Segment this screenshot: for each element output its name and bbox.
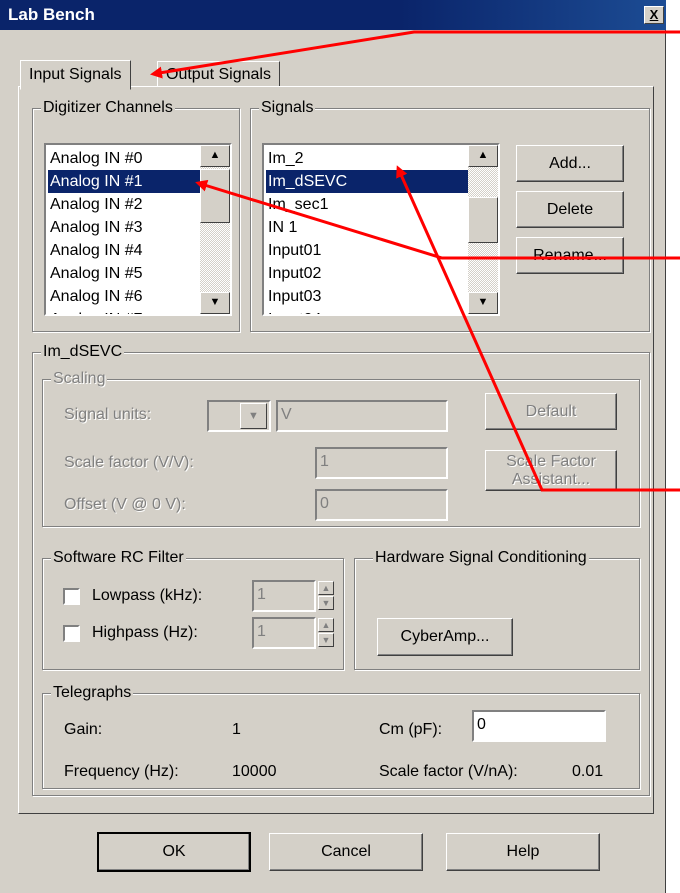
hardware-conditioning-label: Hardware Signal Conditioning [373, 548, 589, 568]
list-item[interactable]: IN 1 [268, 216, 297, 239]
tab-input-signals[interactable]: Input Signals [20, 60, 131, 90]
digitizer-scrollbar[interactable]: ▲ ▼ [200, 145, 230, 314]
highpass-spinner[interactable]: ▲ ▼ [318, 617, 334, 649]
list-item[interactable]: Analog IN #0 [50, 147, 143, 170]
signals-scrollbar[interactable]: ▲ ▼ [468, 145, 498, 314]
scale-factor-vna-value: 0.01 [572, 763, 604, 780]
list-item[interactable]: Input04 [268, 308, 321, 314]
highpass-checkbox[interactable] [63, 625, 80, 642]
lowpass-label: Lowpass (kHz): [92, 587, 203, 604]
list-item-selected[interactable]: Im_dSEVC [266, 170, 470, 193]
highpass-label: Highpass (Hz): [92, 624, 198, 641]
list-item[interactable]: Input01 [268, 239, 321, 262]
assistant-line2: Assistant... [511, 471, 591, 488]
scaling-label: Scaling [51, 369, 108, 389]
lab-bench-dialog: Lab Bench X Input Signals Output Signals… [0, 0, 666, 893]
scroll-up-icon[interactable]: ▲ [200, 145, 230, 167]
scroll-up-icon[interactable]: ▲ [468, 145, 498, 167]
lowpass-field[interactable]: 1 [252, 580, 316, 612]
default-button[interactable]: Default [485, 393, 617, 430]
gain-label: Gain: [64, 721, 103, 738]
window-title: Lab Bench [8, 5, 95, 24]
cm-label: Cm (pF): [379, 721, 443, 738]
scroll-thumb[interactable] [200, 169, 230, 223]
lowpass-checkbox[interactable] [63, 588, 80, 605]
title-bar[interactable]: Lab Bench X [0, 0, 666, 30]
list-item[interactable]: Analog IN #3 [50, 216, 143, 239]
rc-filter-group: Software RC Filter [42, 548, 344, 670]
help-button[interactable]: Help [446, 833, 600, 871]
list-item[interactable]: Input03 [268, 285, 321, 308]
signals-label: Signals [259, 98, 316, 118]
digitizer-channels-label: Digitizer Channels [41, 98, 175, 118]
assistant-line1: Scale Factor [506, 453, 596, 470]
list-item[interactable]: Im_sec1 [268, 193, 328, 216]
list-item[interactable]: Input02 [268, 262, 321, 285]
signal-units-field[interactable]: V [276, 400, 448, 432]
frequency-label: Frequency (Hz): [64, 763, 179, 780]
list-item[interactable]: Im_2 [268, 147, 304, 170]
cancel-button[interactable]: Cancel [269, 833, 423, 871]
highpass-field[interactable]: 1 [252, 617, 316, 649]
ok-button[interactable]: OK [97, 832, 251, 872]
lowpass-spinner[interactable]: ▲ ▼ [318, 580, 334, 612]
frequency-value: 10000 [232, 763, 277, 780]
scroll-down-icon[interactable]: ▼ [200, 292, 230, 314]
offset-field[interactable]: 0 [315, 489, 448, 521]
digitizer-channels-list[interactable]: Analog IN #0 Analog IN #1 Analog IN #2 A… [44, 143, 232, 316]
offset-label: Offset (V @ 0 V): [64, 496, 186, 513]
spin-down-icon[interactable]: ▼ [318, 633, 334, 647]
scale-factor-assistant-button[interactable]: Scale Factor Assistant... [485, 450, 617, 491]
list-item[interactable]: Analog IN #7 [50, 308, 143, 314]
spin-down-icon[interactable]: ▼ [318, 596, 334, 610]
list-item[interactable]: Analog IN #4 [50, 239, 143, 262]
chevron-down-icon[interactable]: ▼ [240, 403, 267, 429]
cm-field[interactable]: 0 [472, 710, 606, 742]
tab-output-signals[interactable]: Output Signals [157, 61, 280, 87]
rename-signal-button[interactable]: Rename... [516, 237, 624, 274]
cyberamp-button[interactable]: CyberAmp... [377, 618, 513, 656]
signal-units-dropdown[interactable]: ▼ [207, 400, 271, 432]
delete-signal-button[interactable]: Delete [516, 191, 624, 228]
spin-up-icon[interactable]: ▲ [318, 618, 334, 632]
list-item[interactable]: Analog IN #6 [50, 285, 143, 308]
signal-settings-label: Im_dSEVC [41, 342, 125, 362]
scroll-down-icon[interactable]: ▼ [468, 292, 498, 314]
list-item[interactable]: Analog IN #2 [50, 193, 143, 216]
signal-units-label: Signal units: [64, 406, 152, 423]
close-icon[interactable]: X [644, 6, 664, 24]
signals-list[interactable]: Im_2 Im_dSEVC Im_sec1 IN 1 Input01 Input… [262, 143, 500, 316]
rc-filter-label: Software RC Filter [51, 548, 186, 568]
add-signal-button[interactable]: Add... [516, 145, 624, 182]
scroll-thumb[interactable] [468, 197, 498, 243]
scale-factor-field[interactable]: 1 [315, 447, 448, 479]
list-item[interactable]: Analog IN #5 [50, 262, 143, 285]
scale-factor-label: Scale factor (V/V): [64, 454, 194, 471]
gain-value: 1 [232, 721, 241, 738]
scale-factor-vna-label: Scale factor (V/nA): [379, 763, 518, 780]
list-item-selected[interactable]: Analog IN #1 [48, 170, 202, 193]
spin-up-icon[interactable]: ▲ [318, 581, 334, 595]
telegraphs-label: Telegraphs [51, 683, 134, 703]
